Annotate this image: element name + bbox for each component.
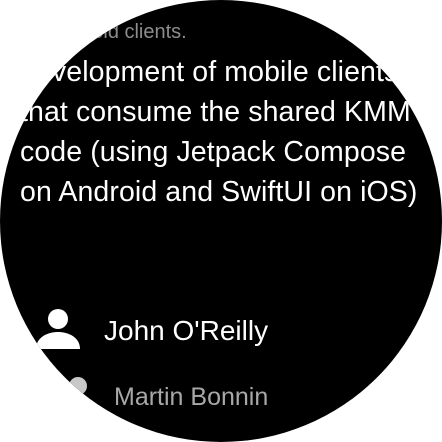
previous-text: ...etween iOS Android clients. [50, 0, 187, 43]
person-icon [62, 375, 94, 420]
speaker-row[interactable]: John O'Reilly [34, 306, 268, 356]
speaker-name: Martin Bonnin [114, 382, 269, 411]
session-detail-scroll[interactable]: ...etween iOS Android clients. developme… [0, 0, 442, 442]
speaker-name: John O'Reilly [104, 315, 269, 346]
session-description-fragment: ...etween iOS Android clients. [50, 0, 410, 48]
speaker-row[interactable]: Martin Bonnin [62, 374, 268, 420]
watch-screen: ...etween iOS Android clients. developme… [0, 0, 442, 442]
session-abstract: development of mobile clients that consu… [20, 56, 418, 208]
person-icon [34, 307, 82, 356]
